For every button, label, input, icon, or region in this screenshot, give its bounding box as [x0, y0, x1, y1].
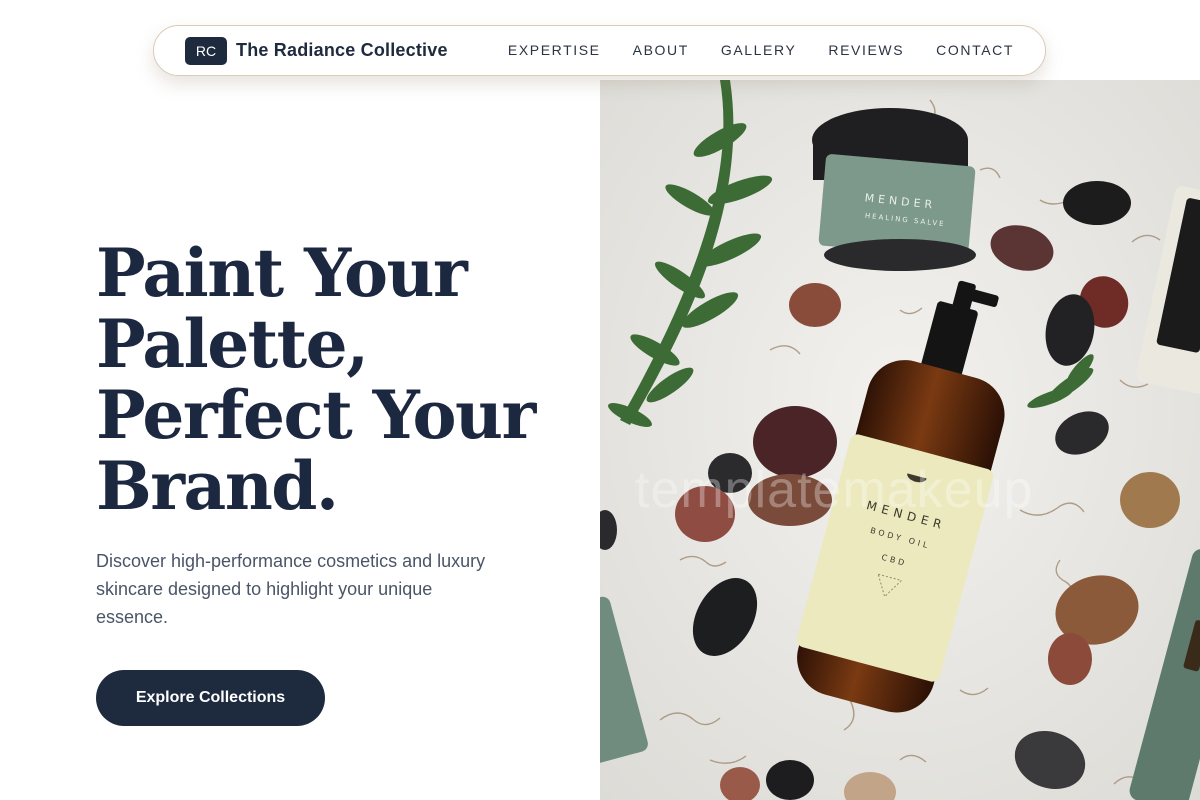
nav-link-about[interactable]: ABOUT: [633, 42, 689, 58]
headline-line-4: Brand.: [96, 447, 339, 525]
nav-link-expertise[interactable]: EXPERTISE: [508, 42, 601, 58]
nav-link-gallery[interactable]: GALLERY: [721, 42, 797, 58]
nav-link-reviews[interactable]: REVIEWS: [828, 42, 904, 58]
headline-line-2: Palette,: [96, 305, 369, 383]
watermark-text: templatemakeup: [635, 461, 1034, 519]
top-navigation: RC The Radiance Collective EXPERTISE ABO…: [153, 25, 1046, 76]
brand-logo[interactable]: RC: [185, 37, 227, 65]
healing-salve-jar: MENDER HEALING SALVE: [812, 108, 976, 271]
nav-links: EXPERTISE ABOUT GALLERY REVIEWS CONTACT: [508, 42, 1014, 58]
explore-collections-button[interactable]: Explore Collections: [96, 670, 325, 726]
hero-product-photo: MENDER HEALING SALVE MENDER BODY OIL CBD: [600, 80, 1200, 800]
brand-name[interactable]: The Radiance Collective: [236, 40, 448, 61]
headline-line-3: Perfect Your: [96, 376, 536, 454]
hero-headline: Paint Your Palette, Perfect Your Brand.: [96, 238, 576, 522]
product-illustration: MENDER HEALING SALVE MENDER BODY OIL CBD: [600, 80, 1200, 800]
nav-link-contact[interactable]: CONTACT: [936, 42, 1014, 58]
hero-subtitle: Discover high-performance cosmetics and …: [96, 551, 486, 627]
headline-line-1: Paint Your: [96, 234, 468, 312]
